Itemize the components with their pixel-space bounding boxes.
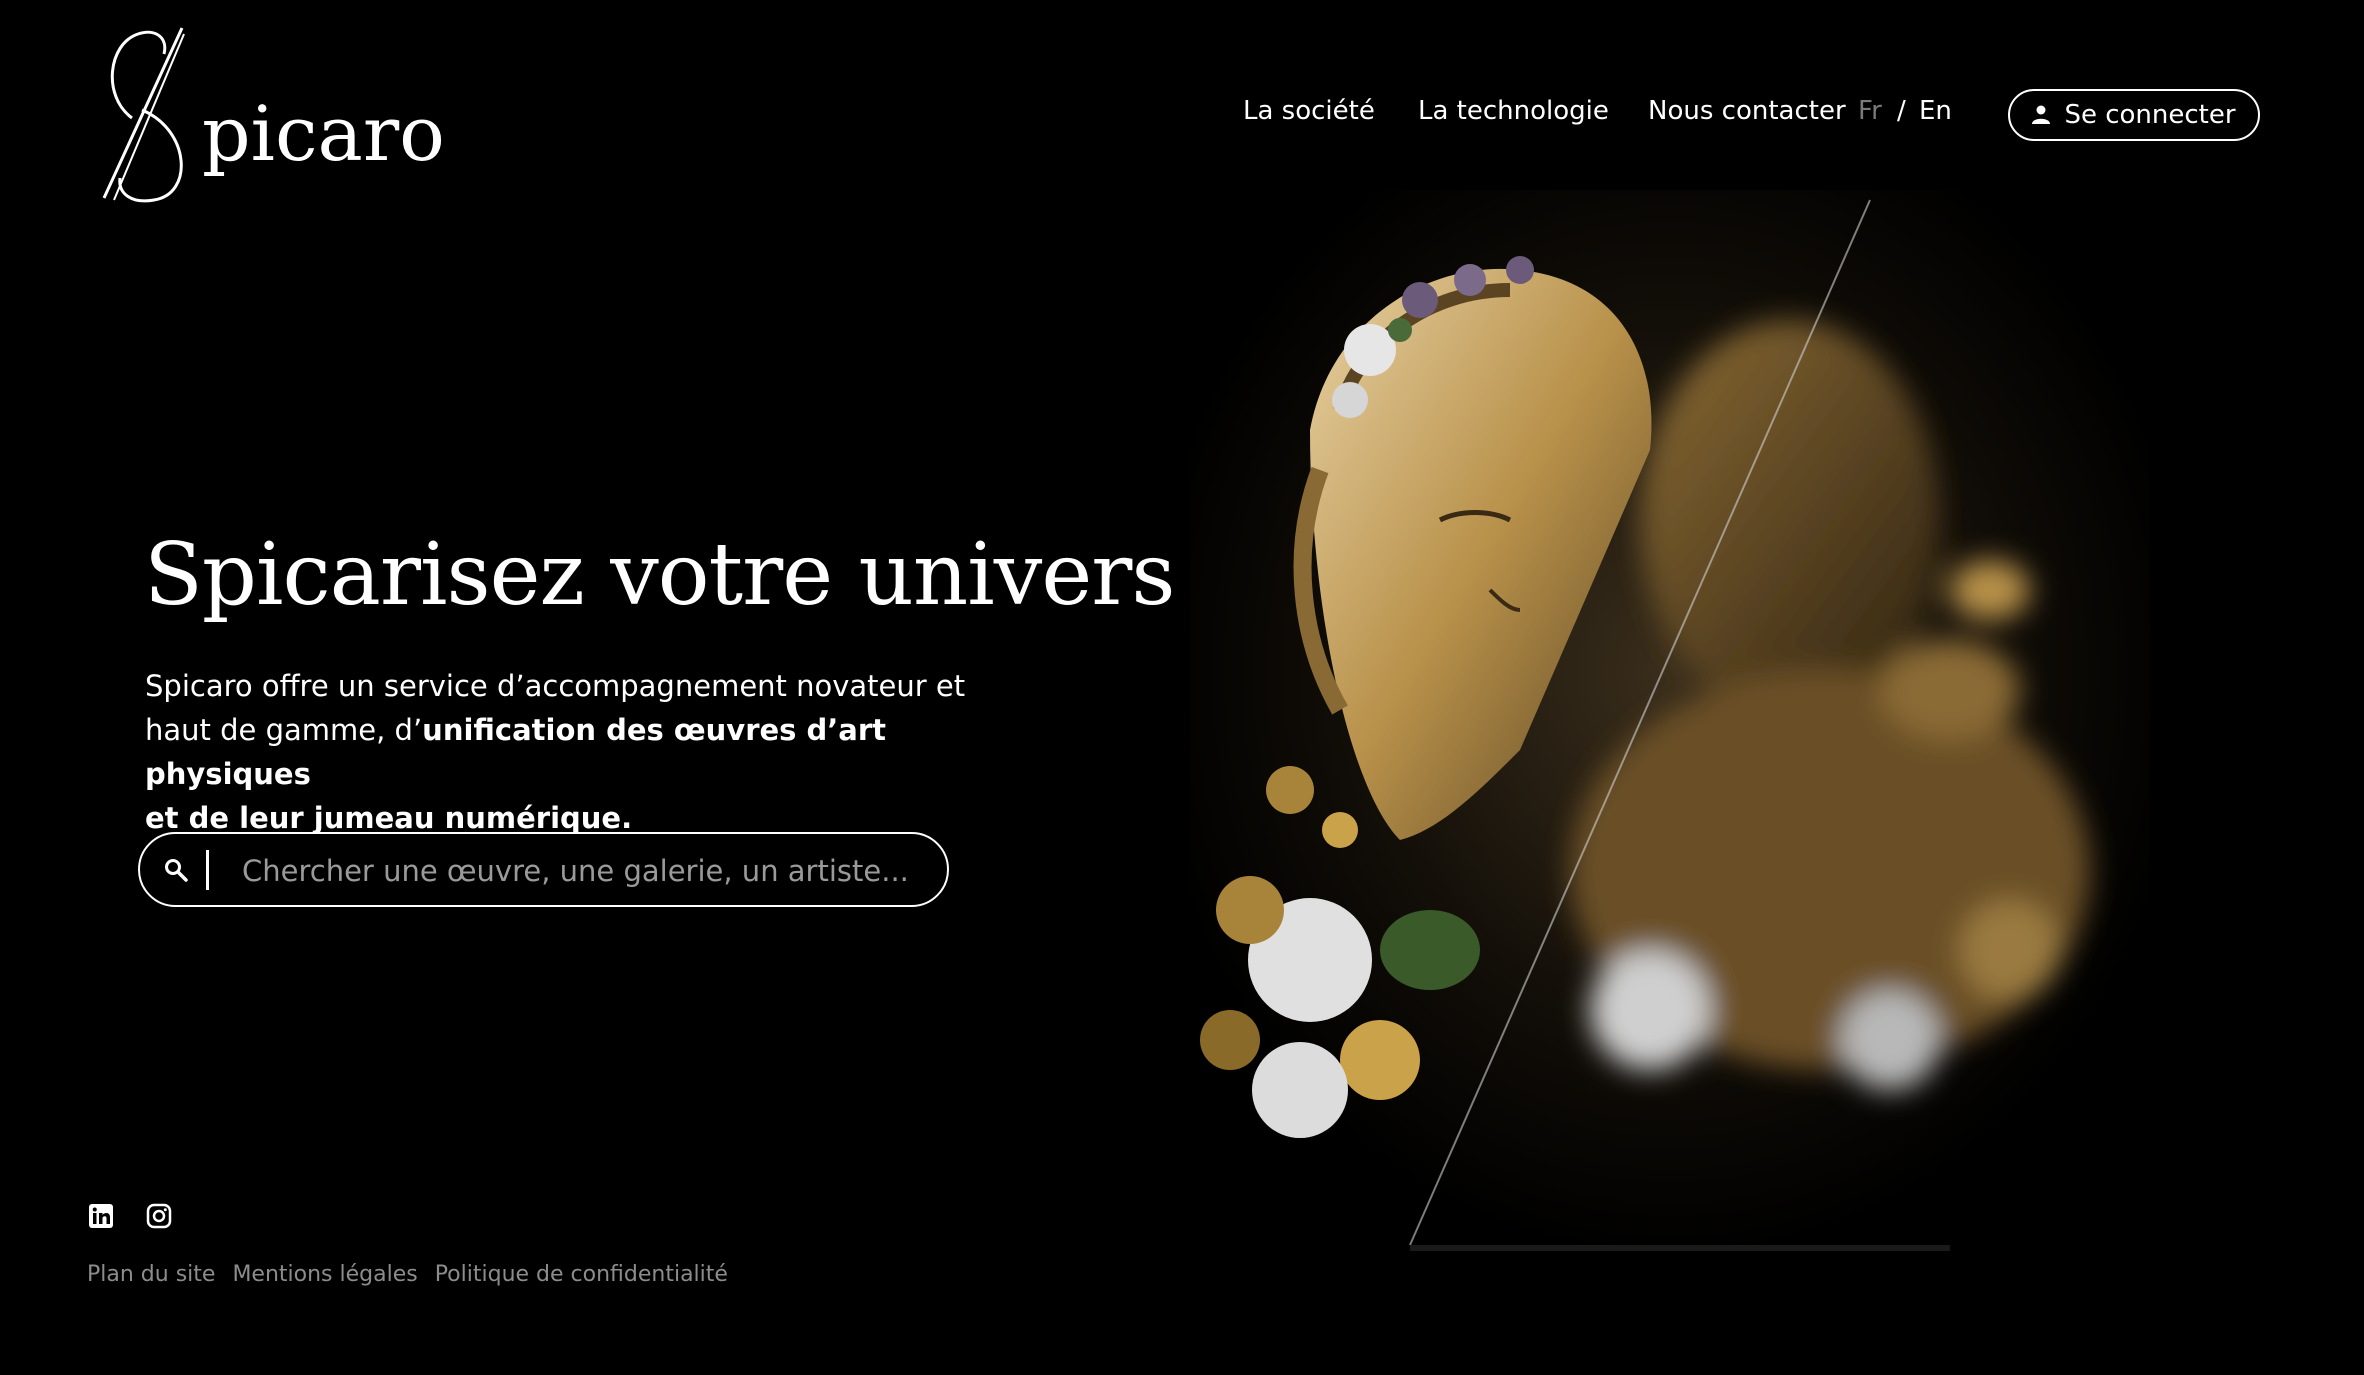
brand-name: picaro <box>202 89 445 178</box>
lang-fr[interactable]: Fr <box>1858 96 1882 126</box>
search-cursor <box>206 850 209 890</box>
footer-link-legal[interactable]: Mentions légales <box>232 1262 417 1287</box>
search-input[interactable] <box>240 848 924 894</box>
instagram-icon[interactable] <box>146 1203 172 1229</box>
user-icon <box>2032 105 2051 124</box>
hero-text-highlight-2: et de leur jumeau numérique. <box>145 801 633 835</box>
hero-description: Spicaro offre un service d’accompagnemen… <box>145 664 985 840</box>
hero-text-line2: haut de gamme, d’ <box>145 713 423 747</box>
login-label: Se connecter <box>2064 100 2236 130</box>
nav-item-technologie[interactable]: La technologie <box>1418 96 1609 126</box>
lang-en[interactable]: En <box>1919 96 1952 126</box>
footer-link-privacy[interactable]: Politique de confidentialité <box>435 1262 728 1287</box>
search-icon[interactable] <box>164 858 188 882</box>
lang-separator: / <box>1897 96 1906 126</box>
footer-link-sitemap[interactable]: Plan du site <box>87 1262 215 1287</box>
nav-item-contact[interactable]: Nous contacter <box>1648 96 1846 126</box>
brand-logo[interactable]: picaro <box>98 26 445 206</box>
linkedin-icon[interactable] <box>88 1203 114 1229</box>
hero-statue-image <box>1190 190 2150 1260</box>
logo-s-mark <box>102 27 185 203</box>
nav-item-societe[interactable]: La société <box>1243 96 1375 126</box>
search-bar[interactable] <box>138 832 949 907</box>
login-button[interactable]: Se connecter <box>2008 89 2260 141</box>
hero-title: Spicarisez votre univers <box>144 525 1175 625</box>
footer-links: Plan du site Mentions légales Politique … <box>87 1262 738 1287</box>
hero-text-line1: Spicaro offre un service d’accompagnemen… <box>145 669 966 703</box>
